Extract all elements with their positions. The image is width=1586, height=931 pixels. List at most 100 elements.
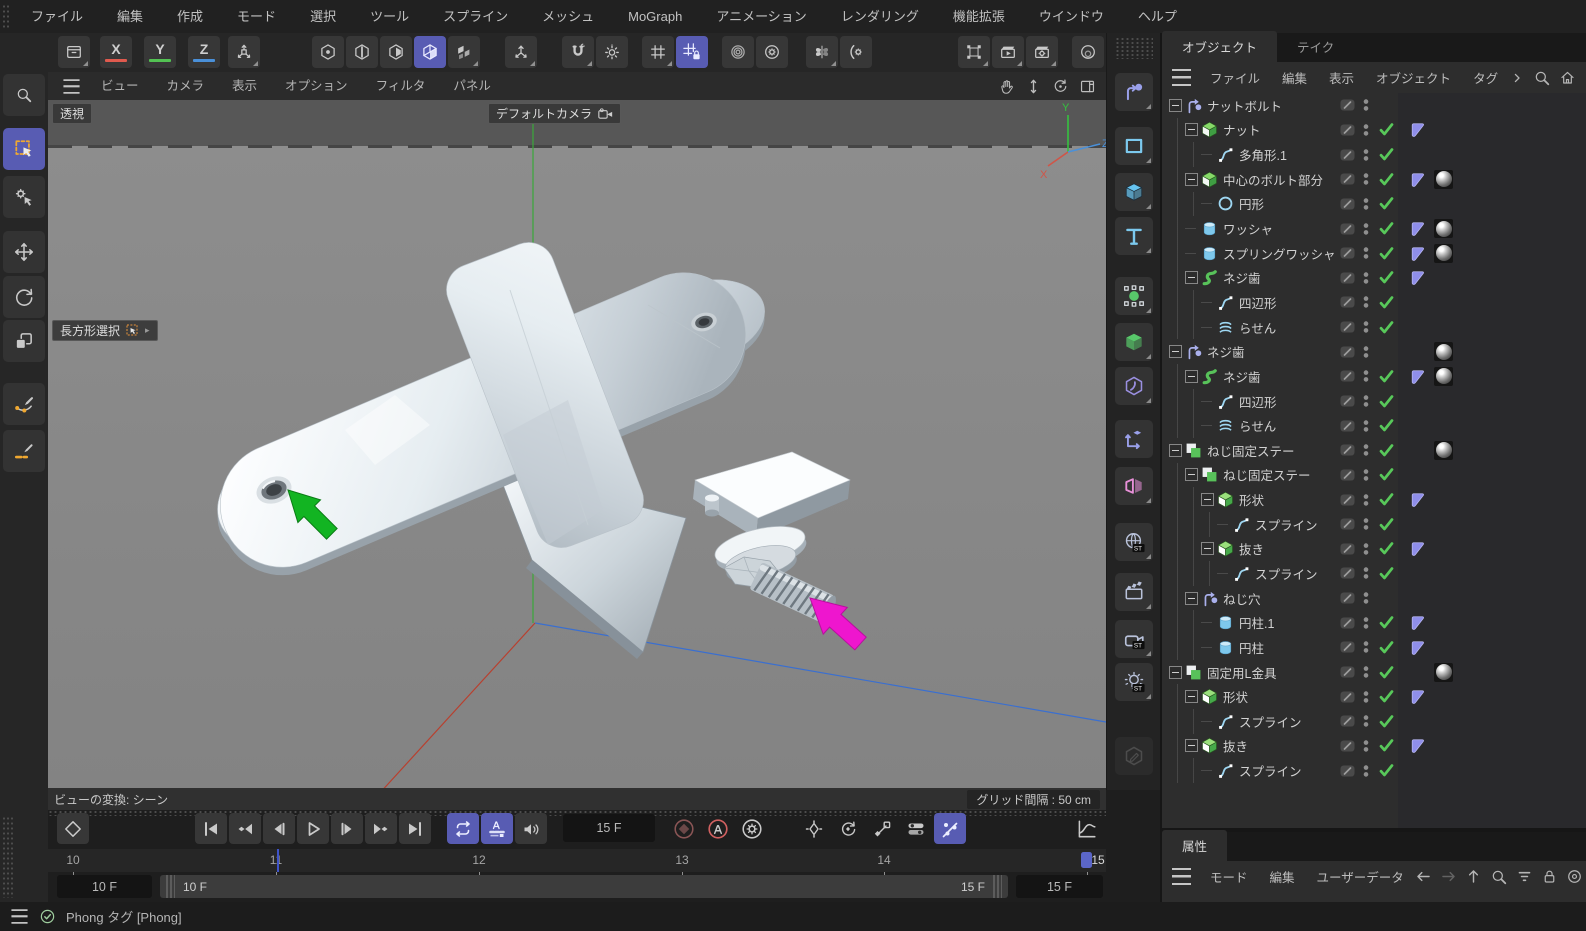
object-row-12[interactable]: ネジ歯: [1162, 364, 1586, 389]
model-mode-button[interactable]: [414, 36, 446, 68]
visibility-dots[interactable]: [1358, 713, 1374, 729]
layer-toggle[interactable]: [1336, 442, 1358, 458]
menu-item-12[interactable]: 機能拡張: [936, 0, 1022, 33]
object-row-27[interactable]: 抜き: [1162, 734, 1586, 759]
object-row-3[interactable]: 多角形.1: [1162, 142, 1586, 167]
viewport-3d-scene[interactable]: Y X Z 透視デフォルトカメラ長方形選択▸: [48, 100, 1106, 788]
cube-primitive-button[interactable]: [1115, 173, 1153, 211]
prev-key-button[interactable]: [229, 813, 261, 844]
menu-item-2[interactable]: 編集: [100, 0, 160, 33]
object-row-23[interactable]: 円柱: [1162, 635, 1586, 660]
status-menu-icon[interactable]: [11, 909, 27, 923]
layer-toggle[interactable]: [1336, 393, 1358, 409]
material-tag[interactable]: [1434, 170, 1453, 189]
visibility-dots[interactable]: [1358, 122, 1374, 138]
phong-tag[interactable]: [1408, 614, 1426, 632]
camera-film-button[interactable]: [1115, 573, 1153, 611]
om-menu-4[interactable]: オブジェクト: [1365, 68, 1462, 87]
layer-toggle[interactable]: [1336, 492, 1358, 508]
layer-toggle[interactable]: [1336, 171, 1358, 187]
expand-toggle[interactable]: [1185, 271, 1198, 284]
object-row-5[interactable]: 円形: [1162, 192, 1586, 217]
expand-toggle[interactable]: [1185, 173, 1198, 186]
render-sphere-button[interactable]: [1072, 36, 1104, 68]
menu-item-6[interactable]: ツール: [353, 0, 426, 33]
visibility-dots[interactable]: [1358, 97, 1374, 113]
scene-nodes-axis-button[interactable]: [1115, 420, 1153, 458]
menu-item-4[interactable]: モード: [220, 0, 293, 33]
object-row-9[interactable]: 四辺形: [1162, 290, 1586, 315]
view-projection-badge[interactable]: 透視: [52, 103, 92, 124]
menu-item-14[interactable]: ヘルプ: [1121, 0, 1194, 33]
material-tag[interactable]: [1434, 441, 1453, 460]
edges-mode-button[interactable]: [346, 36, 378, 68]
autokey-ring-button[interactable]: [702, 813, 734, 844]
enable-checkbox[interactable]: [1374, 689, 1398, 704]
visibility-dots[interactable]: [1358, 763, 1374, 779]
attribute-manager-menu-icon[interactable]: [1172, 868, 1191, 885]
object-row-19[interactable]: 抜き: [1162, 537, 1586, 562]
phong-tag[interactable]: [1408, 220, 1426, 238]
archive-box-button[interactable]: [58, 36, 90, 68]
fcurve-button[interactable]: [1070, 813, 1102, 844]
expand-toggle[interactable]: [1185, 370, 1198, 383]
search-button[interactable]: [1533, 69, 1551, 87]
expand-toggle[interactable]: [1185, 592, 1198, 605]
object-row-18[interactable]: スプライン: [1162, 512, 1586, 537]
edit-hex-button[interactable]: [1115, 737, 1153, 775]
record-key-button[interactable]: [668, 813, 700, 844]
expand-toggle[interactable]: [1185, 739, 1198, 752]
enable-checkbox[interactable]: [1374, 295, 1398, 310]
viewport-menu-icon[interactable]: [63, 79, 79, 93]
tab-takes[interactable]: テイク: [1277, 31, 1354, 62]
range-slider[interactable]: 10 F 15 F: [160, 875, 1008, 898]
phong-tag[interactable]: [1408, 269, 1426, 287]
expand-toggle[interactable]: [1185, 690, 1198, 703]
phong-tag[interactable]: [1408, 540, 1426, 558]
enable-checkbox[interactable]: [1374, 443, 1398, 458]
menu-item-10[interactable]: アニメーション: [699, 0, 823, 33]
material-tag[interactable]: [1434, 367, 1453, 386]
goto-end-button[interactable]: [399, 813, 431, 844]
layer-toggle[interactable]: [1336, 541, 1358, 557]
generator-button[interactable]: [1115, 277, 1153, 315]
layer-toggle[interactable]: [1336, 221, 1358, 237]
enable-checkbox[interactable]: [1374, 517, 1398, 532]
object-row-26[interactable]: スプライン: [1162, 709, 1586, 734]
visibility-dots[interactable]: [1358, 147, 1374, 163]
enable-checkbox[interactable]: [1374, 122, 1398, 137]
material-tag[interactable]: [1434, 663, 1453, 682]
orbit-button[interactable]: [1052, 78, 1069, 95]
layer-toggle[interactable]: [1336, 738, 1358, 754]
enable-checkbox[interactable]: [1374, 270, 1398, 285]
falloff-gear-button[interactable]: [756, 36, 788, 68]
next-frame-button[interactable]: [331, 813, 363, 844]
target-button[interactable]: [1566, 868, 1583, 885]
symmetry-butterfly-button[interactable]: [806, 36, 838, 68]
object-row-28[interactable]: スプライン: [1162, 758, 1586, 783]
visibility-dots[interactable]: [1358, 418, 1374, 434]
material-tag[interactable]: [1434, 342, 1453, 361]
autokey-a-button[interactable]: [481, 813, 513, 844]
layer-toggle[interactable]: [1336, 664, 1358, 680]
enable-checkbox[interactable]: [1374, 246, 1398, 261]
expand-toggle[interactable]: [1185, 123, 1198, 136]
enable-checkbox[interactable]: [1374, 221, 1398, 236]
object-row-25[interactable]: 形状: [1162, 684, 1586, 709]
enable-checkbox[interactable]: [1374, 147, 1398, 162]
falloff-rings-button[interactable]: [722, 36, 754, 68]
current-frame-input[interactable]: 15 F: [563, 814, 655, 842]
am-menu-2[interactable]: 編集: [1259, 867, 1306, 886]
layer-toggle[interactable]: [1336, 368, 1358, 384]
object-row-24[interactable]: 固定用L金具: [1162, 660, 1586, 685]
visibility-dots[interactable]: [1358, 221, 1374, 237]
object-row-13[interactable]: 四辺形: [1162, 389, 1586, 414]
object-row-21[interactable]: ねじ穴: [1162, 586, 1586, 611]
prev-frame-button[interactable]: [263, 813, 295, 844]
expand-toggle[interactable]: [1169, 666, 1182, 679]
object-manager-menu-icon[interactable]: [1172, 69, 1191, 86]
expand-toggle[interactable]: [1185, 468, 1198, 481]
enable-checkbox[interactable]: [1374, 418, 1398, 433]
visibility-dots[interactable]: [1358, 541, 1374, 557]
enable-checkbox[interactable]: [1374, 763, 1398, 778]
